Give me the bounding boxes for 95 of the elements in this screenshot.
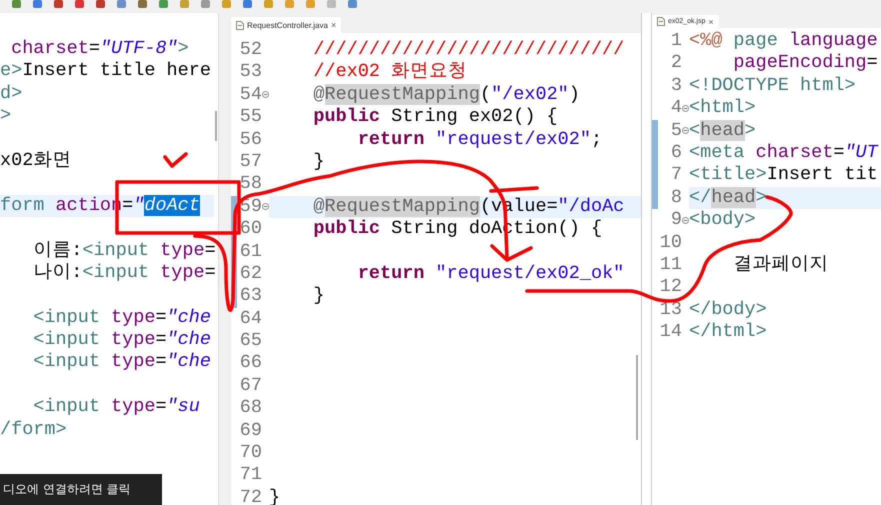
code-line: charset="UTF-8"> — [10, 38, 190, 60]
toolbar-icon[interactable] — [138, 0, 147, 8]
code-line: <input type="che — [32, 306, 212, 330]
splitter-bar[interactable] — [218, 13, 231, 505]
line-number: 4 — [670, 97, 682, 120]
line-number: 14 — [660, 321, 682, 344]
code-line: </body> — [689, 298, 768, 322]
scrollbar-thumb[interactable] — [215, 111, 217, 141]
line-number: 8 — [670, 186, 682, 210]
code-line: 이름:<input type= — [32, 240, 216, 262]
toolbar-icon[interactable] — [117, 0, 126, 8]
fold-icon[interactable] — [682, 104, 689, 112]
code-line: <!DOCTYPE html> — [689, 74, 857, 98]
line-number: 11 — [660, 254, 682, 276]
close-icon[interactable]: × — [708, 16, 714, 26]
code-line: d> — [0, 82, 24, 106]
toolbar-icon[interactable] — [222, 0, 231, 8]
fold-icon[interactable] — [262, 203, 269, 210]
line-number: 63 — [240, 285, 262, 308]
line-number: 68 — [240, 397, 262, 420]
code-line: /form> — [0, 418, 68, 442]
line-number: 54 — [240, 84, 262, 106]
code-line: </html> — [689, 321, 768, 344]
code-line: <input type="su — [32, 396, 201, 419]
code-line: 나이:<input type= — [32, 262, 216, 284]
line-number: 57 — [240, 150, 262, 174]
code-line: <head> — [689, 120, 757, 142]
code-line: <input type="che — [32, 351, 212, 374]
line-number: 64 — [240, 308, 262, 330]
line-number: 9 — [670, 209, 682, 232]
file-icon — [657, 17, 665, 26]
line-number: 72 — [240, 486, 262, 505]
line-number: 6 — [670, 142, 682, 164]
line-number: 71 — [240, 464, 262, 487]
code-line: return "request/ex02"; — [356, 128, 604, 151]
toolbar-icon[interactable] — [33, 0, 42, 8]
code-line: <body> — [689, 209, 757, 232]
line-number: 53 — [240, 61, 262, 84]
toolbar-icon[interactable] — [285, 0, 294, 8]
code-line: <meta charset="UT — [689, 142, 880, 164]
toolbar-icon[interactable] — [96, 0, 105, 8]
code-line: e>Insert title here — [0, 60, 212, 83]
line-number: 60 — [240, 218, 262, 241]
tooltip: 디오에 연결하려면 클릭 — [0, 474, 162, 505]
toolbar-icon[interactable] — [201, 0, 210, 8]
line-number: 58 — [240, 173, 262, 196]
fold-icon[interactable] — [682, 216, 689, 224]
code-line: > — [0, 105, 12, 128]
line-number: 66 — [240, 352, 262, 375]
toolbar-icon[interactable] — [327, 0, 336, 8]
line-number: 52 — [240, 39, 262, 62]
code-line: } — [312, 285, 326, 308]
toolbar-icon[interactable] — [54, 0, 63, 8]
toolbar-icon[interactable] — [243, 0, 252, 8]
line-number: 12 — [660, 276, 682, 299]
file-icon — [236, 20, 244, 30]
toolbar-icon[interactable] — [12, 0, 21, 8]
code-line: x02화면 — [0, 150, 72, 172]
editor-tab[interactable]: RequestController.java × — [231, 17, 342, 33]
line-number: 13 — [660, 298, 682, 322]
code-line: <input type="che — [32, 329, 212, 352]
line-number: 2 — [670, 52, 682, 75]
line-number: 55 — [240, 106, 262, 129]
line-number: 5 — [670, 120, 682, 142]
line-number: 7 — [670, 164, 682, 187]
toolbar-icon[interactable] — [159, 0, 168, 8]
line-number: 70 — [240, 442, 262, 464]
fold-icon[interactable] — [262, 91, 269, 98]
scrollbar-thumb[interactable] — [636, 355, 638, 440]
fold-icon[interactable] — [682, 127, 689, 134]
line-number: 3 — [670, 74, 682, 98]
code-line: <title>Insert tit — [689, 164, 879, 187]
line-number: 10 — [660, 232, 682, 254]
line-number: 61 — [240, 240, 262, 263]
line-number: 62 — [240, 262, 262, 286]
line-number: 67 — [240, 374, 262, 398]
code-line: //ex02 화면요청 — [312, 61, 468, 84]
code-line: <html> — [689, 97, 757, 120]
code-line: } — [312, 150, 326, 174]
line-number: 65 — [240, 330, 262, 352]
code-line: public String ex02() { — [312, 106, 559, 129]
toolbar-icon[interactable] — [75, 0, 84, 8]
toolbar-icon[interactable] — [348, 0, 357, 8]
toolbar-icon[interactable] — [306, 0, 315, 8]
code-line: <%@ page language — [689, 30, 879, 52]
toolbar-icon[interactable] — [264, 0, 273, 8]
toolbar-icon[interactable] — [180, 0, 189, 8]
code-line: return "request/ex02_ok" — [356, 262, 626, 286]
line-number: 69 — [240, 420, 262, 442]
code-line: pageEncoding= — [732, 52, 879, 75]
code-line: //////////////////////////// — [312, 39, 626, 62]
close-icon[interactable]: × — [330, 20, 336, 30]
line-number: 56 — [240, 128, 262, 151]
line-number: 1 — [670, 30, 682, 52]
code-line: 결과페이지 — [732, 254, 830, 276]
